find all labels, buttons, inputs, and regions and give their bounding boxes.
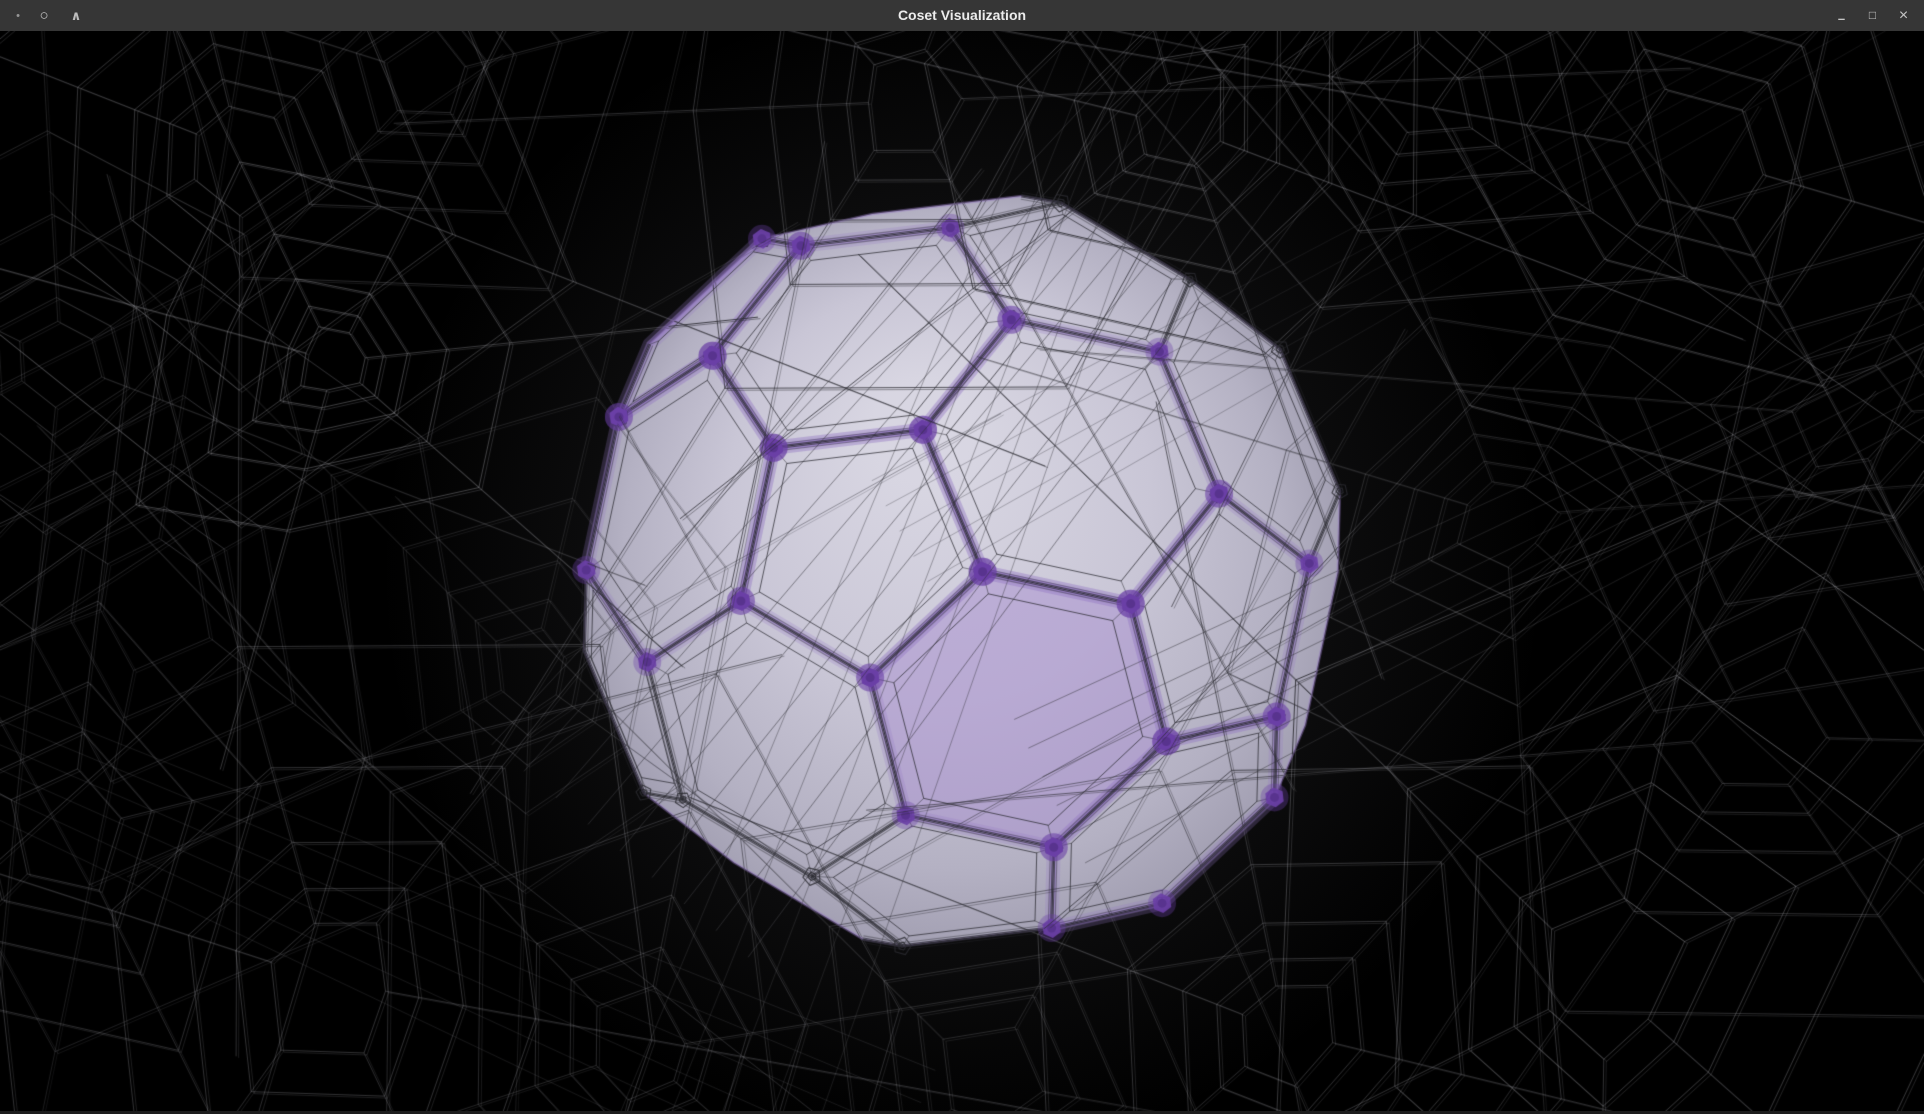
dot-icon: • <box>8 0 28 31</box>
window-controls: – □ × <box>1826 0 1919 31</box>
circle-icon[interactable]: ○ <box>28 0 60 31</box>
titlebar-left-icons: • ○ ∧ <box>8 0 92 31</box>
maximize-button[interactable]: □ <box>1857 0 1888 31</box>
window-title: Coset Visualization <box>0 0 1924 31</box>
maximize-icon: □ <box>1869 8 1876 22</box>
minimize-button[interactable]: – <box>1826 0 1857 31</box>
chevron-up-icon[interactable]: ∧ <box>60 0 92 31</box>
viewport-canvas[interactable] <box>0 31 1924 1114</box>
minimize-icon: – <box>1838 3 1845 34</box>
close-button[interactable]: × <box>1888 0 1919 31</box>
titlebar: • ○ ∧ Coset Visualization – □ × <box>0 0 1924 31</box>
close-icon: × <box>1899 7 1908 24</box>
